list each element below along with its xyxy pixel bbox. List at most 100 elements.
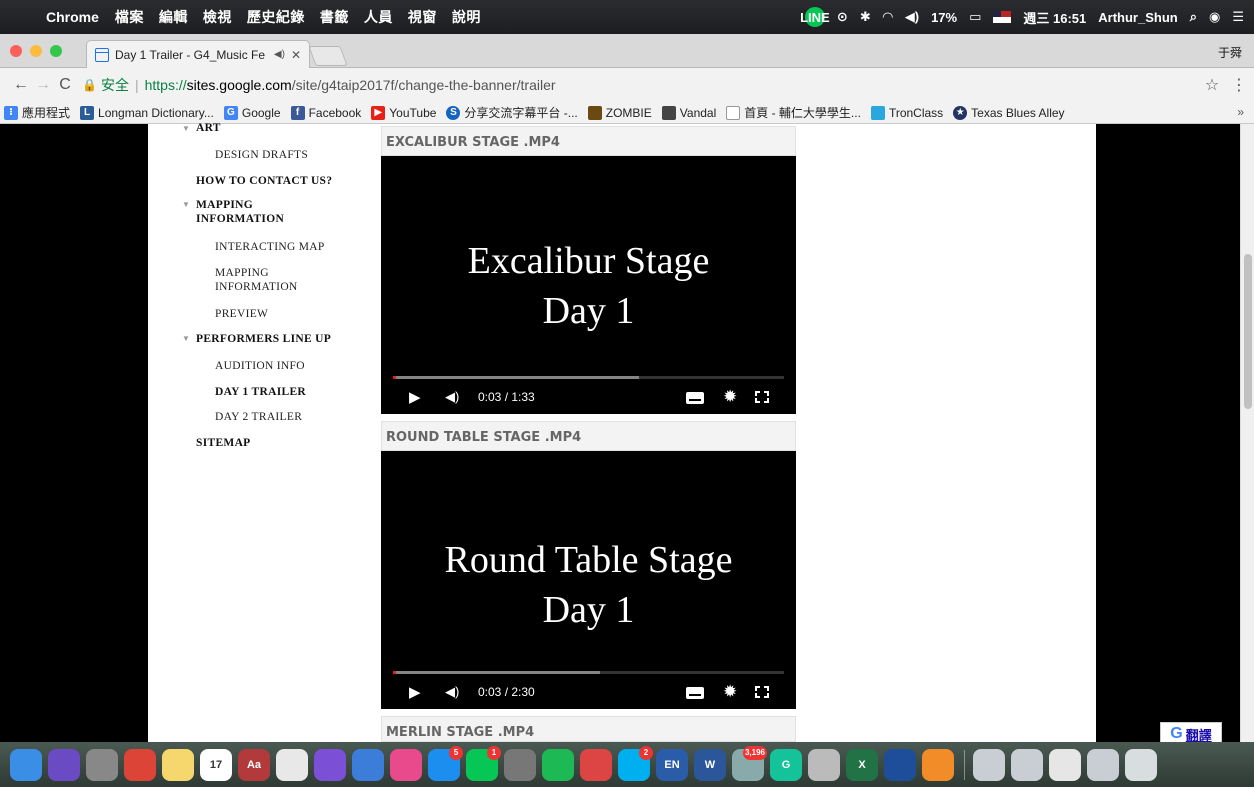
bookmark-google[interactable]: G Google: [223, 105, 281, 120]
nav-performers-line-up[interactable]: PERFORMERS LINE UP: [196, 332, 331, 346]
nav-interacting-map[interactable]: INTERACTING MAP: [215, 240, 325, 254]
wifi-icon[interactable]: ◠: [883, 9, 893, 25]
menu-people[interactable]: 人員: [364, 7, 393, 27]
excel-icon[interactable]: X: [846, 748, 878, 781]
menu-help[interactable]: 說明: [452, 7, 481, 27]
volume-icon[interactable]: ◀): [905, 9, 919, 25]
menu-bookmarks[interactable]: 書籤: [320, 7, 349, 27]
trash-icon[interactable]: [1125, 748, 1157, 781]
keynote-icon[interactable]: [352, 748, 384, 781]
popcorn-icon[interactable]: [580, 748, 612, 781]
bookmark-longman[interactable]: L Longman Dictionary...: [80, 105, 214, 120]
play-icon[interactable]: ▶: [409, 388, 421, 406]
bookmarks-overflow-icon[interactable]: »: [1237, 105, 1244, 119]
line-tray-icon[interactable]: LINE: [800, 7, 830, 27]
reload-icon[interactable]: C: [54, 76, 76, 94]
back-icon[interactable]: ←: [10, 76, 32, 94]
bookmark-zombie[interactable]: ZOMBIE: [587, 105, 652, 120]
chrome-icon[interactable]: [124, 748, 156, 781]
textedit-icon[interactable]: [276, 748, 308, 781]
bookmark-texas-blues-alley[interactable]: ★ Texas Blues Alley: [953, 105, 1065, 120]
siri-icon[interactable]: [48, 748, 80, 781]
nav-mapping-information-sub[interactable]: MAPPING INFORMATION: [215, 266, 315, 294]
bookmark-subtitle-platform[interactable]: S 分享交流字幕平台 -...: [446, 104, 578, 121]
nav-sitemap[interactable]: SITEMAP: [196, 436, 251, 450]
dictionary-icon[interactable]: Aa: [238, 748, 270, 781]
nav-art[interactable]: ART: [196, 121, 221, 135]
profile-name[interactable]: 于舜: [1218, 44, 1242, 61]
address-bar[interactable]: 🔒 安全 | https:// sites.google.com /site/g…: [76, 72, 1200, 98]
collapse-caret-icon[interactable]: ▼: [182, 334, 190, 343]
new-tab-button[interactable]: [308, 46, 348, 66]
grammarly-icon[interactable]: G: [770, 748, 802, 781]
tab-close-icon[interactable]: ✕: [291, 48, 301, 62]
imovie-icon[interactable]: [314, 748, 346, 781]
input-source-flag-icon[interactable]: [993, 11, 1012, 23]
nav-day1-trailer[interactable]: DAY 1 TRAILER: [215, 385, 306, 399]
settings-gear-icon[interactable]: ✹: [723, 387, 737, 407]
volume-icon[interactable]: ◀): [445, 684, 459, 700]
disk-utility-icon[interactable]: [808, 748, 840, 781]
nav-audition-info[interactable]: AUDITION INFO: [215, 359, 305, 373]
menu-view[interactable]: 檢視: [203, 7, 232, 27]
menu-window[interactable]: 視窗: [408, 7, 437, 27]
quicktime-icon[interactable]: [884, 748, 916, 781]
video-player-round-table[interactable]: Round Table Stage Day 1 ▶ ◀) 0:03 / 2:30…: [381, 451, 796, 709]
tab-audio-icon[interactable]: ◀): [274, 49, 285, 60]
window-thumbnail-icon-3[interactable]: [1049, 748, 1081, 781]
tab-day1-trailer[interactable]: Day 1 Trailer - G4_Music Fe ◀) ✕: [86, 40, 310, 68]
volume-icon[interactable]: ◀): [445, 389, 459, 405]
forward-icon[interactable]: →: [32, 76, 54, 94]
nav-mapping-information[interactable]: MAPPING INFORMATION: [196, 198, 306, 226]
audacity-icon[interactable]: [922, 748, 954, 781]
line-icon[interactable]: 1: [466, 745, 501, 781]
battery-percent[interactable]: 17%: [931, 10, 957, 25]
calendar-icon[interactable]: 17: [200, 748, 232, 781]
collapse-caret-icon[interactable]: ▼: [182, 200, 190, 209]
bluetooth-icon[interactable]: ✱: [860, 9, 871, 25]
video-progress-bar[interactable]: [393, 671, 784, 674]
scrollbar-thumb[interactable]: [1244, 254, 1252, 409]
settings-gear-icon[interactable]: ✹: [723, 682, 737, 702]
language-icon[interactable]: EN: [656, 748, 688, 781]
bookmark-facebook[interactable]: f Facebook: [290, 105, 361, 120]
fullscreen-icon[interactable]: [754, 685, 770, 699]
collapse-caret-icon[interactable]: ▼: [182, 124, 190, 133]
fullscreen-icon[interactable]: [754, 390, 770, 404]
play-icon[interactable]: ▶: [409, 683, 421, 701]
appstore-icon[interactable]: 5: [428, 745, 463, 781]
notes-icon[interactable]: [162, 748, 194, 781]
siri-tray-icon[interactable]: ◉: [1209, 9, 1220, 25]
video-player-excalibur[interactable]: Excalibur Stage Day 1 ▶ ◀) 0:03 / 1:33 ✹: [381, 156, 796, 414]
nav-how-to-contact-us[interactable]: HOW TO CONTACT US?: [196, 174, 332, 188]
chrome-menu-icon[interactable]: ⋮: [1224, 75, 1254, 95]
window-thumbnail-icon-1[interactable]: [973, 748, 1005, 781]
window-thumbnail-icon-2[interactable]: [1011, 748, 1043, 781]
spotify-icon[interactable]: [542, 748, 574, 781]
window-thumbnail-icon-4[interactable]: [1087, 748, 1119, 781]
menu-edit[interactable]: 編輯: [159, 7, 188, 27]
zoom-window-icon[interactable]: [50, 45, 62, 57]
bookmark-youtube[interactable]: ▶ YouTube: [371, 105, 436, 120]
spotlight-search-icon[interactable]: ⌕: [1190, 9, 1197, 25]
user-menu[interactable]: Arthur_Shun: [1098, 10, 1177, 25]
bookmark-tronclass[interactable]: TronClass: [870, 105, 943, 120]
bookmark-vandal[interactable]: Vandal: [661, 105, 716, 120]
minimize-window-icon[interactable]: [30, 45, 42, 57]
bookmark-star-icon[interactable]: ☆: [1200, 75, 1224, 95]
nav-day2-trailer[interactable]: DAY 2 TRAILER: [215, 410, 302, 424]
word-icon[interactable]: W: [694, 748, 726, 781]
lock-icon[interactable]: 🔒: [82, 78, 97, 92]
bookmark-fju-student[interactable]: 首頁 - 輔仁大學學生...: [726, 104, 861, 121]
close-window-icon[interactable]: [10, 45, 22, 57]
bookmark-apps[interactable]: ⁝ 應用程式: [4, 104, 70, 121]
menu-history[interactable]: 歷史紀錄: [247, 7, 305, 27]
menu-file[interactable]: 檔案: [115, 7, 144, 27]
launchpad-icon[interactable]: [86, 748, 118, 781]
subtitles-icon[interactable]: [686, 687, 704, 699]
checkmark-tray-icon[interactable]: ⊙: [837, 9, 848, 25]
finder-icon[interactable]: [10, 748, 42, 781]
secure-label[interactable]: 安全: [101, 75, 129, 95]
nav-preview[interactable]: PREVIEW: [215, 307, 268, 321]
scrollbar[interactable]: [1240, 124, 1254, 742]
